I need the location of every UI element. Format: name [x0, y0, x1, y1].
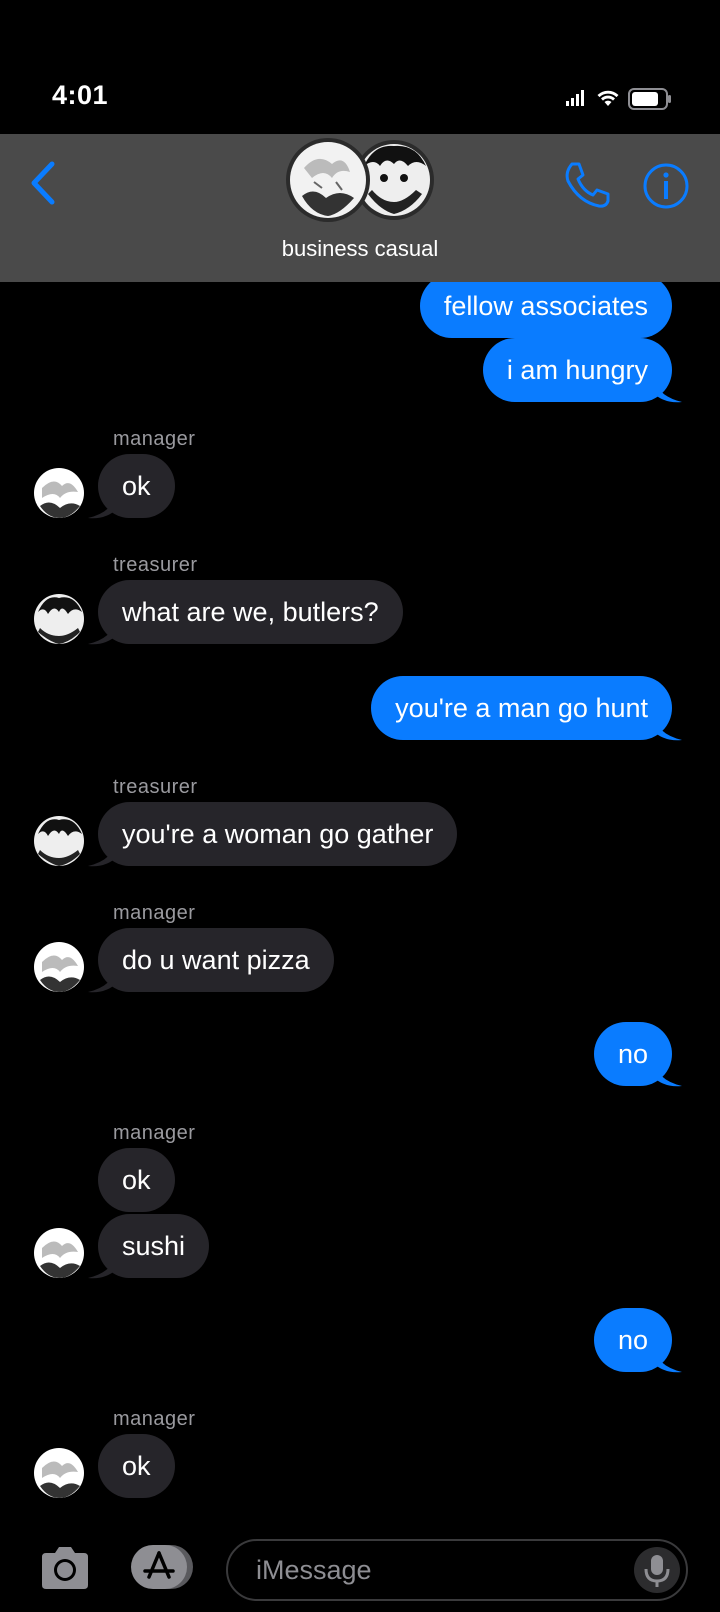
app-store-icon[interactable] — [131, 1543, 195, 1591]
microphone-button[interactable] — [634, 1547, 680, 1593]
bubble-tail — [88, 964, 118, 993]
incoming-message[interactable]: ok — [98, 1434, 175, 1498]
sender-name: treasurer — [113, 776, 198, 798]
message-placeholder: iMessage — [256, 1555, 372, 1585]
bubble-tail — [88, 490, 118, 519]
sender-name: manager — [113, 1122, 196, 1144]
battery-icon — [628, 88, 671, 110]
bubble-tail — [88, 1250, 118, 1279]
camera-icon[interactable] — [38, 1545, 92, 1591]
signal-icon — [566, 90, 584, 106]
outgoing-message[interactable]: fellow associates — [419, 282, 672, 338]
avatar-manager[interactable] — [34, 1228, 84, 1278]
phone-icon[interactable] — [562, 160, 612, 210]
bubble-tail — [88, 616, 118, 645]
conversation-title[interactable]: business casual — [0, 236, 720, 262]
bubble-tail — [652, 1344, 682, 1373]
incoming-message[interactable]: ok — [98, 1148, 175, 1212]
message-thread[interactable]: fellow associates i am hungry manager ok… — [0, 282, 720, 1527]
info-icon[interactable] — [642, 162, 690, 210]
avatar-manager[interactable] — [34, 942, 84, 992]
bubble-tail — [88, 838, 118, 867]
avatar-treasurer[interactable] — [34, 816, 84, 866]
bubble-tail — [652, 712, 682, 741]
status-bar: 4:01 — [0, 0, 720, 134]
composer-bar: iMessage — [0, 1527, 720, 1612]
avatar-manager[interactable] — [34, 468, 84, 518]
back-icon[interactable] — [24, 158, 64, 208]
bubble-tail — [652, 374, 682, 403]
sender-name: manager — [113, 428, 196, 450]
incoming-message[interactable]: you're a woman go gather — [98, 802, 458, 866]
avatar-manager[interactable] — [34, 1448, 84, 1498]
wifi-icon — [597, 90, 619, 106]
incoming-message[interactable]: what are we, butlers? — [98, 580, 403, 644]
avatar-treasurer[interactable] — [34, 594, 84, 644]
message-input[interactable]: iMessage — [226, 1539, 688, 1601]
microphone-icon — [644, 1555, 670, 1587]
sender-name: manager — [113, 902, 196, 924]
incoming-message[interactable]: do u want pizza — [98, 928, 334, 992]
outgoing-message[interactable]: you're a man go hunt — [371, 676, 672, 740]
sender-name: manager — [113, 1408, 196, 1430]
group-avatars[interactable] — [284, 138, 434, 224]
outgoing-message[interactable]: i am hungry — [482, 338, 672, 402]
status-time: 4:01 — [52, 80, 109, 110]
sender-name: treasurer — [113, 554, 198, 576]
bubble-tail — [652, 1058, 682, 1087]
